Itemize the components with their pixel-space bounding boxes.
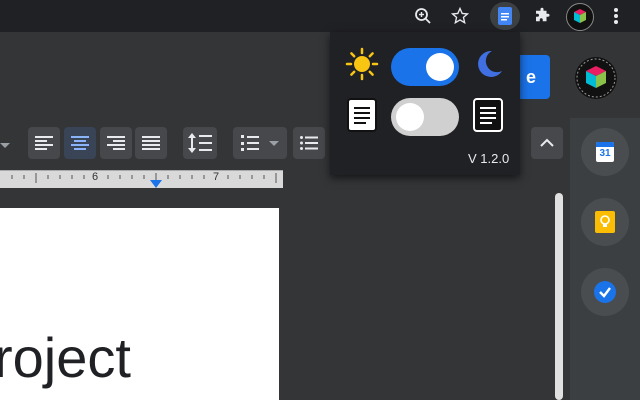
version-label: V 1.2.0 [468, 151, 510, 166]
profile-avatar[interactable] [566, 3, 594, 31]
scrollbar-thumb[interactable] [555, 193, 563, 400]
calendar-button[interactable]: 31 [581, 128, 629, 176]
bulleted-list-button[interactable] [293, 127, 325, 159]
numbered-list-button[interactable] [233, 127, 287, 159]
align-center-button[interactable] [64, 127, 96, 159]
calendar-day: 31 [599, 148, 611, 159]
dark-page-icon [473, 98, 503, 137]
chevron-up-icon [540, 138, 554, 147]
magnify-icon[interactable] [411, 4, 435, 28]
numbered-list-icon [241, 135, 259, 151]
bulleted-list-icon [300, 136, 318, 150]
ruler-number: 6 [92, 171, 99, 183]
puzzle-icon[interactable] [530, 4, 554, 28]
toggle-knob [396, 103, 424, 131]
kebab-menu-icon[interactable] [604, 4, 628, 28]
line-spacing-icon [188, 133, 212, 153]
dark-page-toggle[interactable] [391, 98, 459, 136]
light-page-icon [347, 98, 377, 137]
lightbulb-icon [595, 211, 615, 233]
justify-button[interactable] [135, 127, 167, 159]
sun-icon [345, 47, 379, 86]
align-center-icon [71, 136, 89, 150]
chevron-down-icon [269, 141, 279, 146]
docs-extension-button[interactable] [490, 2, 520, 30]
ruler-number: 7 [213, 171, 220, 183]
hide-menus-button[interactable] [531, 127, 563, 159]
dark-mode-toggle[interactable] [391, 48, 459, 86]
document-text[interactable]: roject [0, 330, 131, 386]
align-left-button[interactable] [28, 127, 60, 159]
keep-button[interactable] [581, 198, 629, 246]
align-left-icon [35, 136, 53, 150]
checkmark-icon [594, 281, 616, 303]
ruler[interactable] [0, 170, 283, 189]
account-avatar[interactable] [575, 57, 617, 99]
toggle-knob [426, 53, 454, 81]
align-right-button[interactable] [100, 127, 132, 159]
line-spacing-button[interactable] [183, 127, 217, 159]
docs-file-icon [498, 7, 512, 25]
tasks-button[interactable] [581, 268, 629, 316]
justify-icon [142, 136, 160, 150]
moon-icon [472, 48, 504, 85]
chevron-down-icon[interactable] [0, 137, 10, 155]
align-right-icon [107, 136, 125, 150]
star-icon[interactable] [448, 4, 472, 28]
calendar-icon: 31 [596, 142, 614, 162]
